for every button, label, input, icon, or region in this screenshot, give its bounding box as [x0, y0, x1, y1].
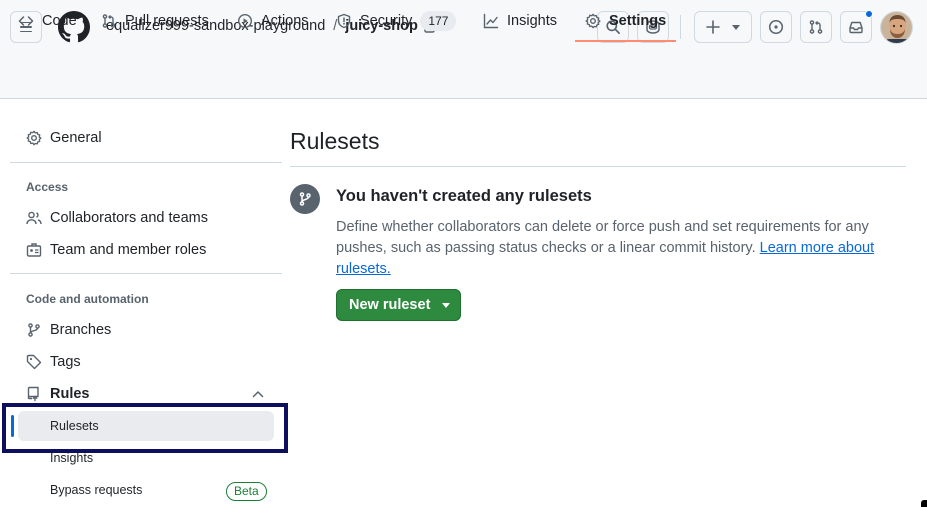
code-icon: [18, 15, 34, 26]
tab-label: Security: [360, 12, 413, 29]
tab-pull-requests[interactable]: Pull requests: [101, 0, 209, 41]
caret-down-icon: [732, 24, 740, 30]
git-pull-request-icon: [809, 20, 823, 34]
tab-label: Pull requests: [125, 12, 209, 29]
git-branch-icon: [290, 184, 320, 214]
tab-insights[interactable]: Insights: [483, 0, 557, 41]
sidebar-heading-code-automation: Code and automation: [26, 292, 149, 306]
header-divider: [680, 15, 681, 39]
highlight-box: [2, 403, 288, 453]
issues-button[interactable]: [760, 11, 792, 43]
sidebar-divider: [10, 273, 282, 274]
sidebar-heading-access: Access: [26, 180, 69, 194]
plus-icon: [706, 20, 720, 34]
sidebar-item-label: Branches: [50, 322, 112, 338]
sidebar-item-general[interactable]: General: [26, 130, 102, 146]
people-icon: [26, 211, 42, 225]
tab-label: Code: [42, 12, 77, 29]
title-divider: [290, 166, 906, 167]
blankslate-heading: You haven't created any rulesets: [336, 187, 592, 205]
security-alert-count: 177: [420, 10, 457, 31]
id-badge-icon: [26, 243, 42, 257]
caret-down-icon: [442, 302, 451, 308]
tab-code[interactable]: Code: [18, 0, 77, 41]
tab-settings[interactable]: Settings: [574, 0, 677, 42]
shield-icon: [337, 13, 351, 28]
sidebar-item-label: Tags: [50, 354, 81, 370]
chevron-up-icon[interactable]: [252, 390, 264, 398]
sidebar-item-label: Rules: [50, 386, 90, 402]
tag-icon: [26, 354, 42, 370]
sidebar-subitem-bypass-requests[interactable]: Bypass requests: [50, 483, 142, 497]
tab-label: Settings: [609, 12, 667, 29]
issue-opened-icon: [768, 19, 784, 35]
beta-badge: Beta: [226, 482, 267, 501]
notification-indicator: [865, 10, 873, 18]
user-avatar[interactable]: [880, 11, 913, 44]
new-ruleset-label: New ruleset: [349, 297, 431, 313]
tab-label: Actions: [261, 12, 309, 29]
new-ruleset-button[interactable]: New ruleset: [336, 289, 461, 321]
page-title: Rulesets: [290, 128, 380, 154]
sidebar-item-branches[interactable]: Branches: [26, 322, 111, 338]
gear-icon: [585, 13, 601, 28]
git-pull-request-icon: [102, 13, 116, 28]
repo-push-icon: [27, 386, 39, 402]
pull-requests-button[interactable]: [800, 11, 832, 43]
cursor-fragment: [921, 500, 927, 507]
graph-icon: [483, 13, 499, 28]
sidebar-subitem-insights[interactable]: Insights: [50, 451, 93, 465]
tab-security[interactable]: Security 177: [336, 0, 457, 41]
git-branch-icon: [28, 323, 40, 337]
sidebar-item-collaborators[interactable]: Collaborators and teams: [26, 210, 208, 226]
play-icon: [237, 13, 253, 28]
create-new-button[interactable]: [694, 11, 752, 43]
sidebar-divider: [10, 162, 282, 163]
gear-icon: [26, 130, 42, 146]
inbox-icon: [849, 21, 863, 34]
sidebar-item-label: Collaborators and teams: [50, 210, 208, 226]
blankslate-description: Define whether collaborators can delete …: [336, 217, 896, 280]
sidebar-item-label: General: [50, 130, 102, 146]
sidebar-item-team-roles[interactable]: Team and member roles: [26, 242, 206, 258]
sidebar-item-tags[interactable]: Tags: [26, 354, 81, 370]
top-header: equalizer999-sandbox-playground / juicy-…: [0, 0, 927, 99]
sidebar-item-rules[interactable]: Rules: [26, 386, 90, 402]
tab-actions[interactable]: Actions: [237, 0, 309, 41]
sidebar-item-label: Team and member roles: [50, 242, 207, 258]
tab-label: Insights: [507, 12, 557, 29]
